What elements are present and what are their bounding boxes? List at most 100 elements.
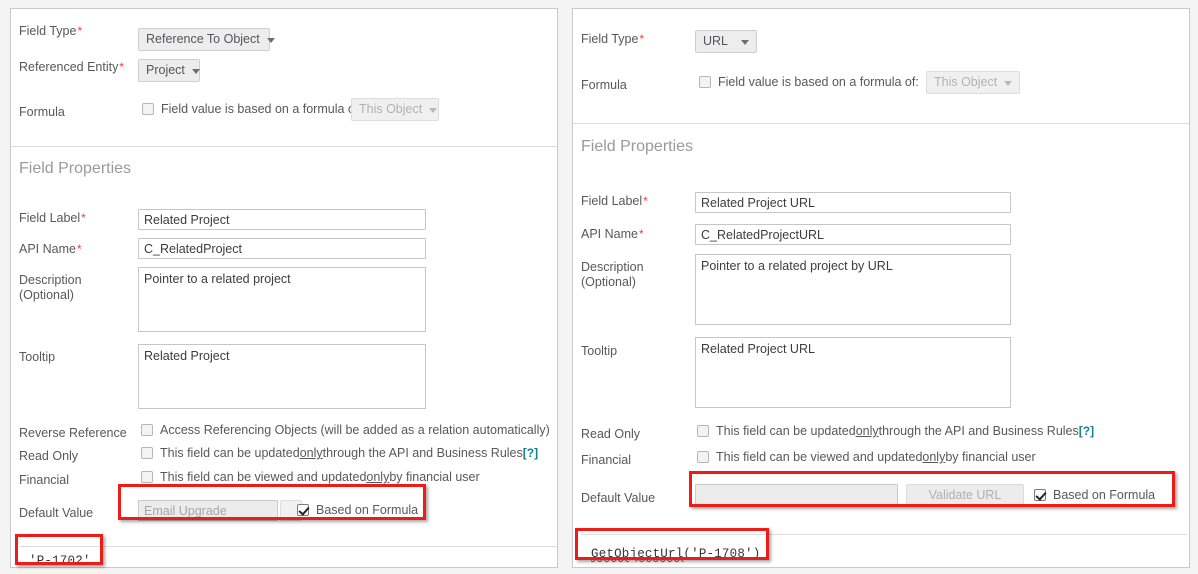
default-value-input-right[interactable] [695, 484, 898, 506]
required-asterisk: * [81, 211, 86, 225]
referenced-entity-label: Referenced Entity* [19, 59, 124, 75]
field-type-dropdown-left[interactable]: Reference To Object [138, 28, 275, 51]
formula-checkbox-right[interactable] [699, 76, 711, 88]
field-properties-title-left: Field Properties [19, 160, 132, 177]
read-only-text-only: only [299, 446, 323, 460]
formula-checkbox-row-right[interactable]: Field value is based on a formula of: [699, 74, 919, 90]
tooltip-textarea-right[interactable] [695, 337, 1011, 408]
based-on-formula-checkbox-right[interactable] [1034, 489, 1046, 501]
help-icon[interactable]: [?] [1079, 423, 1094, 439]
required-asterisk: * [76, 242, 82, 256]
based-on-formula-label-left: Based on Formula [316, 503, 419, 517]
tooltip-textarea-left[interactable] [138, 344, 426, 409]
default-value-label-right: Default Value [581, 491, 656, 505]
formula-checkbox-row-left[interactable]: Field value is based on a formula of: [142, 101, 362, 117]
chevron-down-icon [429, 107, 438, 113]
reverse-reference-checkbox[interactable] [141, 424, 153, 436]
based-on-formula-row-right[interactable]: Based on Formula [1034, 487, 1155, 503]
api-name-label-left: API Name* [19, 241, 82, 257]
field-label-input-right[interactable] [695, 192, 1011, 213]
read-only-label-right: Read Only [581, 427, 641, 441]
label-text: Field Label [19, 211, 81, 225]
based-on-formula-label-right: Based on Formula [1053, 488, 1156, 502]
reverse-reference-label: Reverse Reference [19, 426, 127, 440]
section-divider-left [11, 146, 557, 147]
help-icon[interactable]: [?] [557, 422, 558, 438]
formula-strip-divider-left [19, 546, 557, 547]
dropdown-value: URL [703, 34, 729, 48]
label-text: Field Type [19, 24, 77, 38]
dropdown-value: This Object [359, 102, 423, 116]
api-name-label-right: API Name* [581, 226, 644, 242]
read-only-row-left[interactable]: This field can be updated only through t… [141, 445, 538, 461]
dropdown-value: This Object [934, 75, 998, 89]
field-type-label-left: Field Type* [19, 23, 82, 39]
field-type-label-right: Field Type* [581, 31, 644, 47]
formula-function-name: GetObjectUrl [591, 547, 684, 561]
field-label-input-left[interactable] [138, 209, 426, 230]
field-properties-title-right: Field Properties [581, 138, 694, 155]
field-editor-panel-right: Field Type* URL Formula Field value is b… [572, 8, 1190, 568]
default-value-label-left: Default Value [19, 506, 94, 520]
financial-row-right[interactable]: This field can be viewed and updated onl… [697, 449, 1036, 465]
formula-object-dropdown-right[interactable]: This Object [926, 71, 1020, 94]
required-asterisk: * [639, 32, 645, 46]
financial-text-a: This field can be viewed and updated [160, 470, 367, 484]
formula-object-dropdown-left[interactable]: This Object [351, 98, 439, 121]
financial-text-only: only [366, 470, 390, 484]
dropdown-value: Project [146, 63, 185, 77]
description-label-line2: (Optional) [581, 275, 636, 289]
label-text: API Name [19, 242, 76, 256]
description-textarea-right[interactable] [695, 254, 1011, 325]
description-textarea-left[interactable] [138, 267, 426, 332]
based-on-formula-checkbox-left[interactable] [297, 504, 309, 516]
read-only-text-a: This field can be updated [160, 446, 300, 460]
label-text: API Name [581, 227, 638, 241]
required-asterisk: * [77, 24, 83, 38]
required-asterisk: * [119, 60, 125, 74]
required-asterisk: * [638, 227, 644, 241]
read-only-row-right[interactable]: This field can be updated only through t… [697, 423, 1094, 439]
read-only-checkbox-right[interactable] [697, 425, 709, 437]
formula-expression-left[interactable]: 'P-1702' [29, 554, 91, 567]
formula-label-left: Formula [19, 105, 65, 119]
chevron-down-icon [741, 39, 749, 45]
financial-checkbox-left[interactable] [141, 471, 153, 483]
financial-row-left[interactable]: This field can be viewed and updated onl… [141, 469, 480, 485]
tooltip-label-right: Tooltip [581, 344, 618, 358]
financial-text-only: only [922, 450, 946, 464]
description-label-line1: Description [581, 260, 644, 274]
default-value-input-left[interactable] [138, 500, 278, 521]
field-label-label-right: Field Label* [581, 193, 648, 209]
reverse-reference-text: Access Referencing Objects (will be adde… [160, 423, 550, 437]
referenced-entity-dropdown[interactable]: Project [138, 59, 200, 82]
section-divider-right [573, 123, 1189, 124]
description-label-left: Description (Optional) [19, 270, 82, 303]
chevron-down-icon [191, 68, 200, 74]
read-only-text-b: through the API and Business Rules [322, 446, 523, 460]
financial-label-left: Financial [19, 473, 70, 487]
formula-arguments: ('P-1708') [683, 547, 761, 561]
api-name-input-right[interactable] [695, 224, 1011, 245]
formula-checkbox-left[interactable] [142, 103, 154, 115]
field-label-label-left: Field Label* [19, 210, 86, 226]
label-text: Referenced Entity [19, 60, 119, 74]
field-type-dropdown-right[interactable]: URL [695, 30, 757, 53]
chevron-down-icon [1004, 80, 1013, 86]
reverse-reference-row[interactable]: Access Referencing Objects (will be adde… [141, 422, 558, 438]
financial-text-b: by financial user [389, 470, 480, 484]
validate-url-button[interactable]: Validate URL [906, 484, 1024, 506]
formula-checkbox-label-left: Field value is based on a formula of: [161, 102, 362, 116]
formula-expression-right[interactable]: GetObjectUrl('P-1708') [591, 547, 760, 561]
read-only-checkbox-left[interactable] [141, 447, 153, 459]
chevron-down-icon [266, 37, 275, 43]
api-name-input-left[interactable] [138, 238, 426, 259]
dropdown-value: Reference To Object [146, 32, 260, 46]
read-only-text-a: This field can be updated [716, 424, 856, 438]
description-label-right: Description (Optional) [581, 257, 644, 290]
based-on-formula-row-left[interactable]: Based on Formula [297, 502, 418, 518]
help-icon[interactable]: [?] [523, 445, 538, 461]
description-label-line1: Description [19, 273, 82, 287]
financial-checkbox-right[interactable] [697, 451, 709, 463]
read-only-label-left: Read Only [19, 449, 79, 463]
